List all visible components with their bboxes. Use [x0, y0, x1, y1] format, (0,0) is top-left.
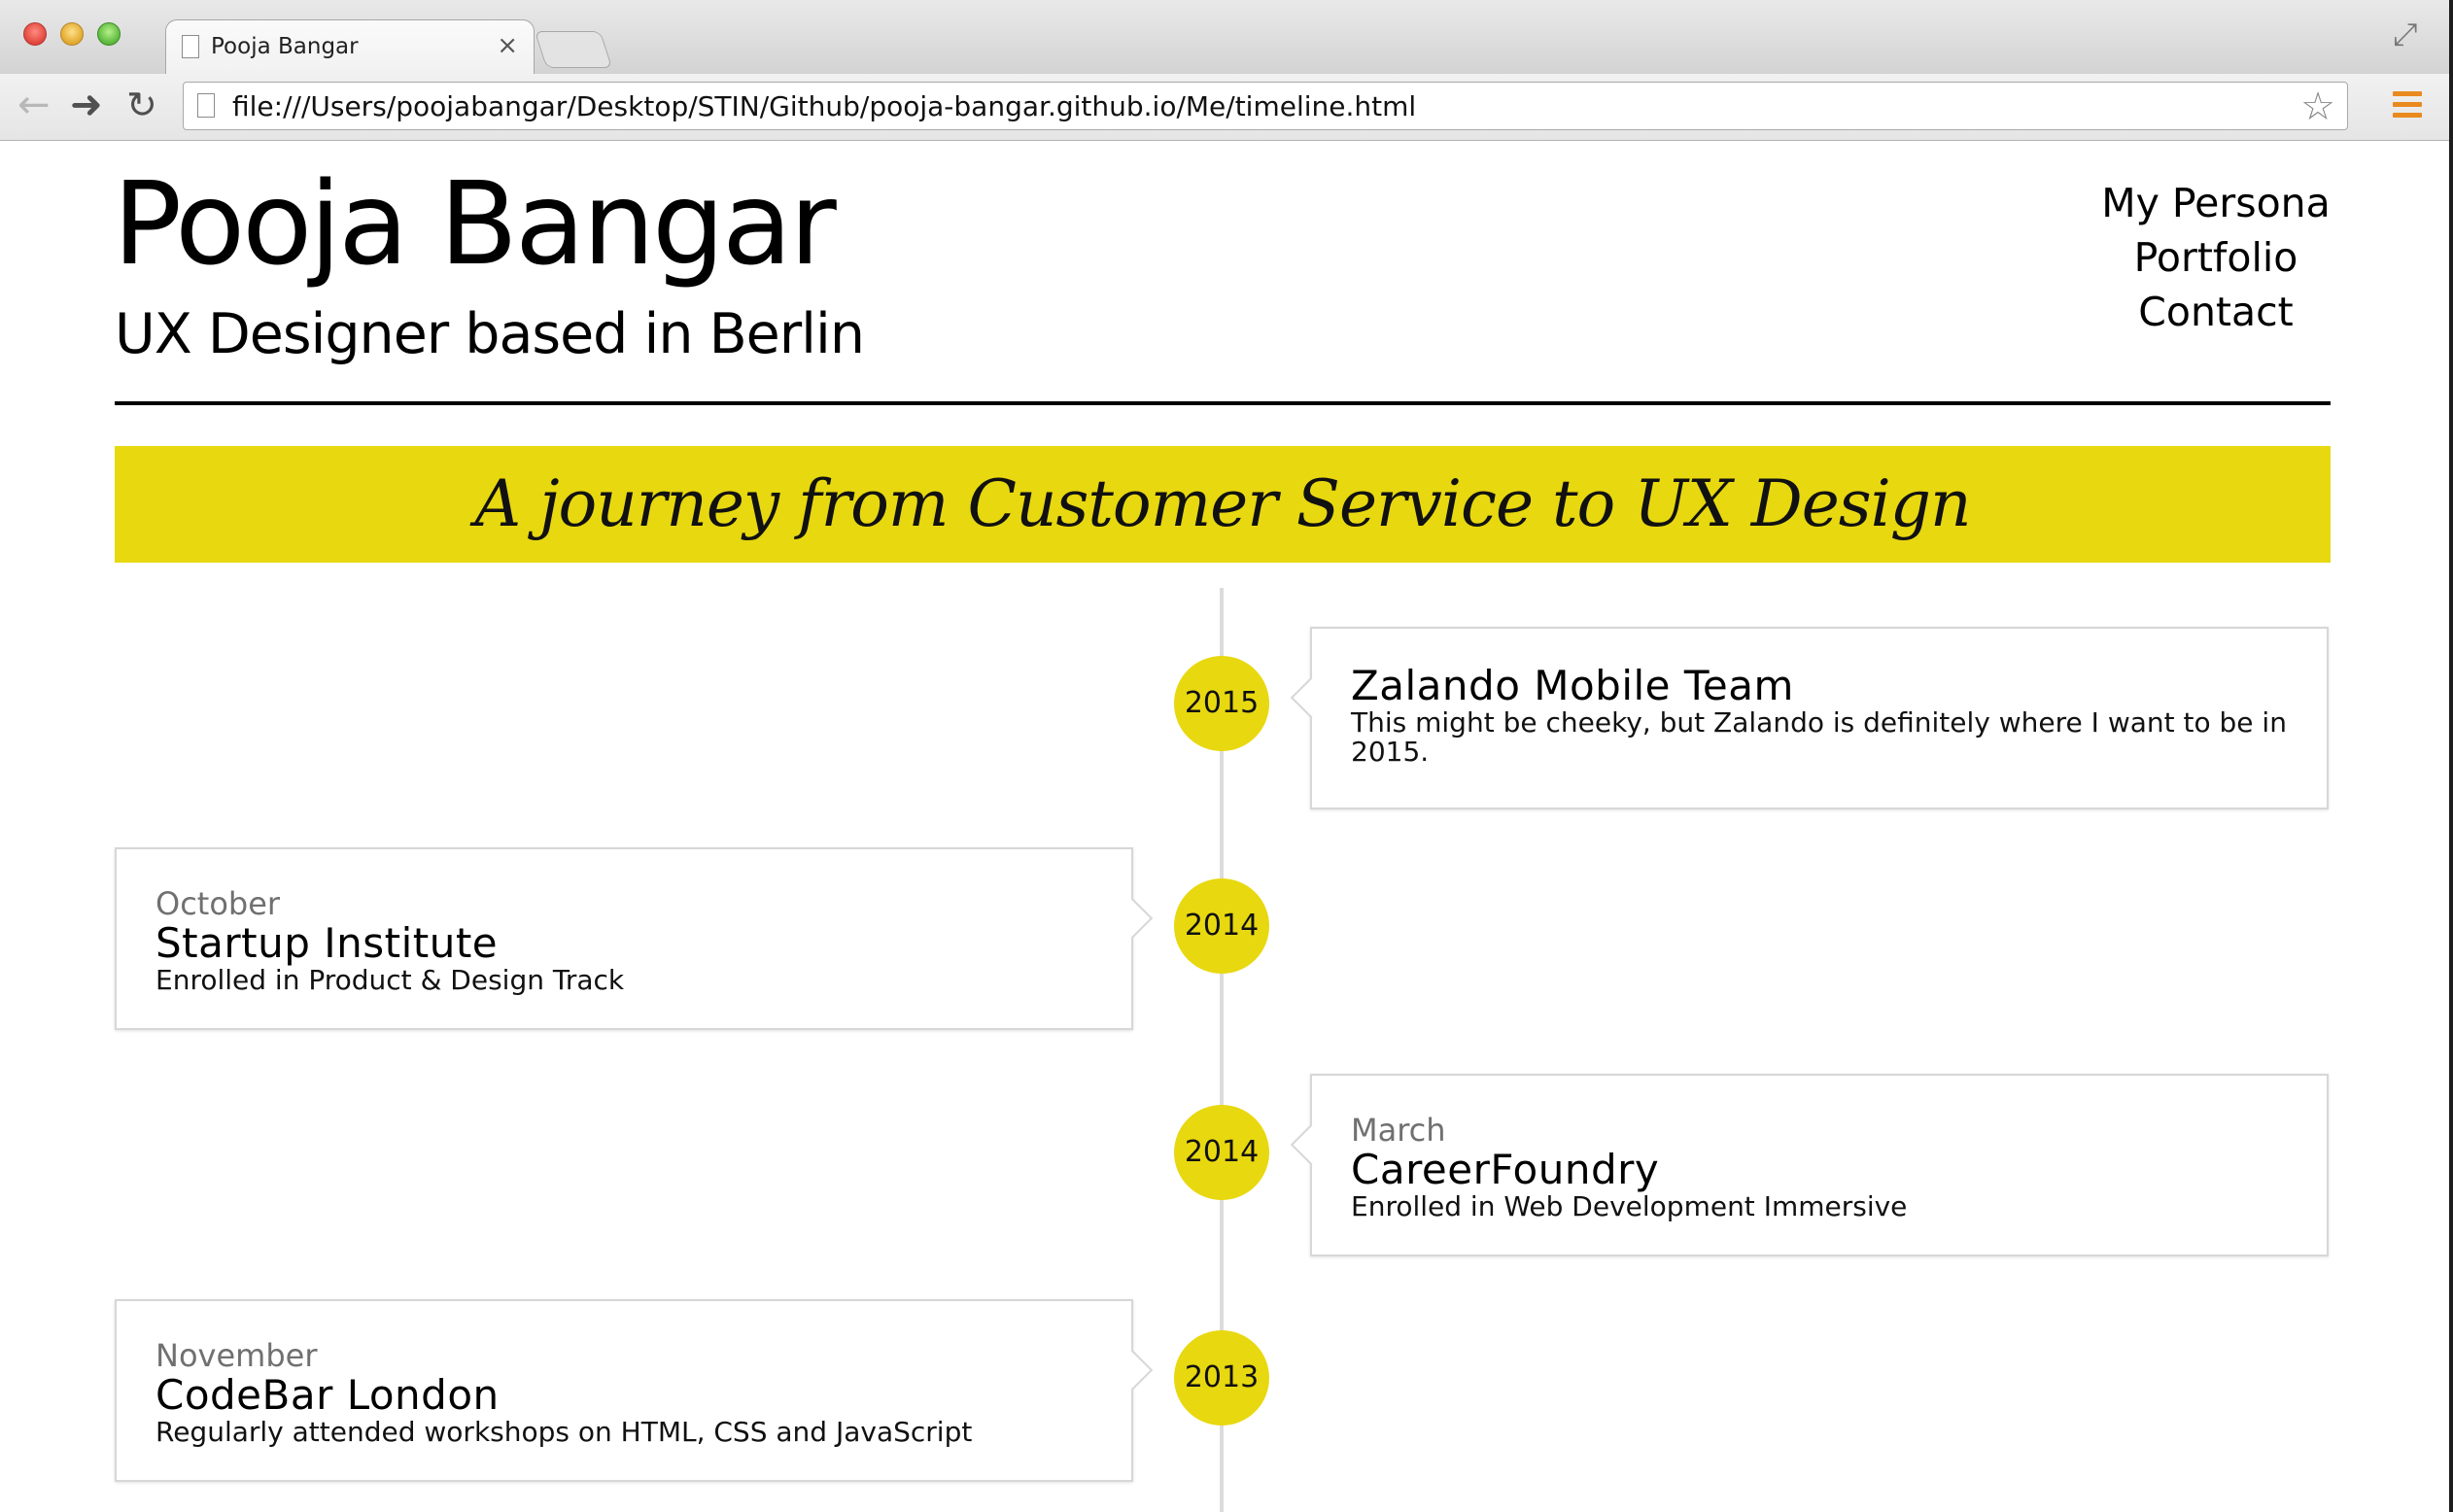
main-nav: My Persona Portfolio Contact — [2070, 176, 2362, 339]
browser-window: Pooja Bangar × ⤢ ← ➜ ↻ file:///Users/poo… — [0, 0, 2449, 1512]
fullscreen-icon[interactable]: ⤢ — [2393, 16, 2418, 53]
timeline-event-zalando: Zalando Mobile Team This might be cheeky… — [1290, 627, 2329, 809]
event-title: CodeBar London — [155, 1371, 500, 1419]
timeline-event-careerfoundry: March CareerFoundry Enrolled in Web Deve… — [1290, 1074, 2329, 1256]
event-pointer — [1290, 676, 1332, 719]
nav-link-my-persona[interactable]: My Persona — [2070, 176, 2362, 230]
event-description: Enrolled in Product & Design Track — [155, 964, 625, 996]
event-text: October Startup Institute Enrolled in Pr… — [155, 886, 1092, 995]
reload-icon[interactable]: ↻ — [126, 82, 157, 128]
event-text: Zalando Mobile Team This might be cheeky… — [1351, 664, 2288, 767]
address-bar[interactable]: file:///Users/poojabangar/Desktop/STIN/G… — [183, 82, 2348, 130]
year-marker: 2015 — [1174, 656, 1269, 751]
browser-toolbar: ← ➜ ↻ file:///Users/poojabangar/Desktop/… — [0, 74, 2449, 141]
year-marker: 2014 — [1174, 1105, 1269, 1200]
new-tab-button[interactable] — [534, 31, 613, 68]
title-bar: Pooja Bangar × ⤢ — [0, 0, 2449, 77]
close-tab-icon[interactable]: × — [497, 31, 518, 60]
event-description: Regularly attended workshops on HTML, CS… — [155, 1416, 973, 1448]
zoom-window-button[interactable] — [97, 22, 121, 46]
page-icon — [197, 93, 215, 118]
back-icon[interactable]: ← — [17, 82, 51, 128]
timeline-event-codebar: November CodeBar London Regularly attend… — [115, 1299, 1154, 1482]
site-name: Pooja Bangar — [113, 156, 837, 291]
url-text[interactable]: file:///Users/poojabangar/Desktop/STIN/G… — [232, 90, 1416, 122]
year-marker: 2013 — [1174, 1330, 1269, 1426]
event-text: November CodeBar London Regularly attend… — [155, 1338, 1092, 1447]
nav-link-portfolio[interactable]: Portfolio — [2070, 230, 2362, 285]
event-title: Zalando Mobile Team — [1351, 662, 1794, 709]
event-month: March — [1351, 1112, 1446, 1149]
event-pointer — [1111, 897, 1154, 940]
forward-icon[interactable]: ➜ — [70, 82, 103, 128]
page-content: Pooja Bangar UX Designer based in Berlin… — [0, 141, 2449, 1512]
close-window-button[interactable] — [23, 22, 47, 46]
header-divider — [115, 401, 2331, 405]
nav-link-contact[interactable]: Contact — [2070, 285, 2362, 339]
event-pointer — [1111, 1349, 1154, 1392]
menu-icon[interactable] — [2393, 91, 2422, 119]
journey-banner: A journey from Customer Service to UX De… — [115, 446, 2331, 563]
browser-tab[interactable]: Pooja Bangar × — [165, 19, 535, 77]
event-title: CareerFoundry — [1351, 1146, 1660, 1193]
event-text: March CareerFoundry Enrolled in Web Deve… — [1351, 1113, 2288, 1221]
minimize-window-button[interactable] — [60, 22, 84, 46]
event-description: Enrolled in Web Development Immersive — [1351, 1190, 1908, 1222]
event-description: This might be cheeky, but Zalando is def… — [1351, 706, 2287, 768]
event-month: November — [155, 1337, 318, 1374]
bookmark-star-icon[interactable]: ☆ — [2300, 85, 2335, 129]
page-icon — [182, 35, 199, 58]
event-title: Startup Institute — [155, 919, 499, 967]
event-month: October — [155, 885, 281, 922]
banner-title: A journey from Customer Service to UX De… — [474, 466, 1971, 541]
tab-title: Pooja Bangar — [211, 34, 359, 59]
event-pointer — [1290, 1123, 1332, 1166]
year-marker: 2014 — [1174, 878, 1269, 974]
timeline-event-startup-institute: October Startup Institute Enrolled in Pr… — [115, 847, 1154, 1030]
site-tagline: UX Designer based in Berlin — [115, 302, 865, 366]
window-edge — [2449, 0, 2453, 1512]
